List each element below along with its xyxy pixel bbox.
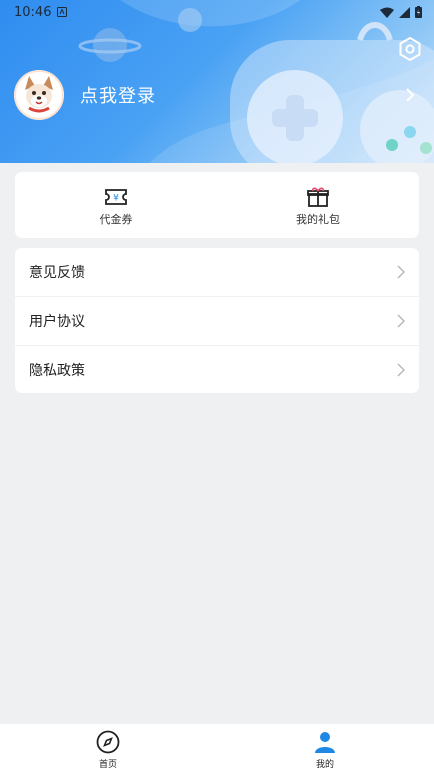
avatar[interactable] [14,70,64,120]
user-icon [315,732,335,753]
bottom-tab-bar: 首页 我的 [0,724,434,771]
svg-text:¥: ¥ [113,194,119,204]
menu-item-label: 意见反馈 [29,265,85,281]
menu-item-user-agreement[interactable]: 用户协议 [15,297,419,346]
chevron-right-icon [397,314,405,328]
login-link[interactable]: 点我登录 [80,82,156,108]
profile-header: 10:46 点我登录 [0,0,434,163]
coupon-button[interactable]: ¥ 代金券 [15,172,217,238]
quick-actions-card: ¥ 代金券 我的礼包 [15,172,419,238]
status-time: 10:46 [14,4,52,20]
chevron-right-icon [397,363,405,377]
menu-item-label: 用户协议 [29,314,85,330]
wifi-icon [380,7,394,18]
dog-avatar-icon [14,70,64,120]
battery-icon [415,6,422,18]
tab-mine[interactable]: 我的 [270,724,380,771]
gift-icon [307,187,329,207]
compass-icon [96,730,120,754]
settings-icon[interactable] [397,36,423,62]
gift-pack-label: 我的礼包 [296,213,340,226]
gift-pack-button[interactable]: 我的礼包 [217,172,419,238]
tab-home[interactable]: 首页 [53,724,163,771]
coupon-label: 代金券 [99,213,133,226]
menu-item-privacy-policy[interactable]: 隐私政策 [15,346,419,393]
tab-mine-label: 我的 [315,760,334,770]
tab-home-label: 首页 [98,760,117,770]
coupon-icon: ¥ [105,189,127,205]
menu-item-label: 隐私政策 [29,363,85,379]
status-bar: 10:46 [0,0,434,24]
signal-icon [399,6,410,18]
chevron-right-icon [397,265,405,279]
notification-icon [57,7,68,17]
menu-item-feedback[interactable]: 意见反馈 [15,248,419,297]
header-decoration [78,0,434,163]
chevron-right-icon[interactable] [403,87,417,103]
settings-menu: 意见反馈 用户协议 隐私政策 [15,248,419,393]
